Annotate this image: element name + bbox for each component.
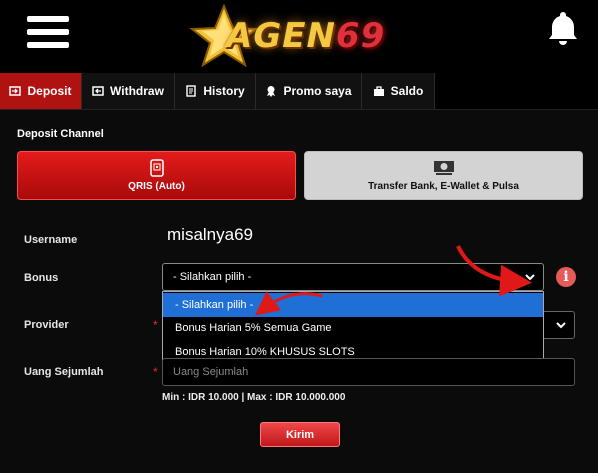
tab-saldo-label: Saldo (390, 84, 424, 98)
channel-bank-label: Transfer Bank, E-Wallet & Pulsa (368, 181, 519, 192)
chevron-down-icon (556, 322, 566, 329)
tab-promo-saya[interactable]: Promo saya (256, 73, 362, 109)
username-value: misalnya69 (167, 225, 253, 244)
provider-label: Provider (24, 319, 69, 331)
min-max-text: Min : IDR 10.000 | Max : IDR 10.000.000 (162, 392, 346, 403)
username-label: Username (24, 234, 78, 246)
submit-button[interactable]: Kirim (260, 422, 340, 447)
history-icon (186, 85, 197, 97)
tab-withdraw-label: Withdraw (110, 84, 164, 98)
provider-required-marker: * (153, 318, 158, 332)
saldo-icon (373, 86, 384, 96)
hamburger-menu-icon[interactable] (27, 16, 69, 48)
channel-qris-label: QRIS (Auto) (128, 181, 185, 192)
tab-deposit[interactable]: Deposit (0, 73, 82, 109)
logo-text: AGEN69 (226, 16, 386, 56)
withdraw-icon (92, 86, 104, 96)
amount-required-marker: * (153, 365, 158, 379)
bonus-selected-value: - Silahkan pilih - (173, 271, 252, 283)
info-icon[interactable]: i (556, 267, 576, 287)
tab-withdraw[interactable]: Withdraw (82, 73, 175, 109)
deposit-channel-heading: Deposit Channel (17, 128, 104, 140)
promo-icon (267, 86, 276, 97)
amount-input[interactable] (162, 358, 575, 386)
bonus-label: Bonus (24, 272, 59, 284)
channel-bank-transfer-button[interactable]: Transfer Bank, E-Wallet & Pulsa (304, 151, 583, 200)
channel-qris-button[interactable]: QRIS (Auto) (17, 151, 296, 200)
amount-label: Uang Sejumlah (24, 366, 104, 378)
bonus-dropdown-list: - Silahkan pilih - Bonus Harian 5% Semua… (162, 291, 544, 365)
bonus-option[interactable]: - Silahkan pilih - (163, 293, 543, 317)
money-icon (433, 161, 454, 175)
tab-history[interactable]: History (175, 73, 256, 109)
qris-phone-icon (149, 159, 164, 177)
tab-promo-saya-label: Promo saya (283, 84, 352, 98)
site-logo[interactable]: AGEN69 (184, 2, 430, 68)
notification-bell-icon[interactable] (547, 10, 579, 46)
tab-bar: Deposit Withdraw History Promo saya Sald… (0, 73, 598, 110)
bonus-option[interactable]: Bonus Harian 5% Semua Game (163, 316, 543, 340)
deposit-icon (9, 86, 22, 96)
tab-history-label: History (203, 84, 245, 98)
chevron-down-icon (525, 274, 535, 281)
tab-deposit-label: Deposit (27, 84, 72, 98)
bonus-select[interactable]: - Silahkan pilih - (162, 263, 544, 291)
tab-saldo[interactable]: Saldo (362, 73, 435, 109)
app-header: AGEN69 (0, 0, 598, 73)
